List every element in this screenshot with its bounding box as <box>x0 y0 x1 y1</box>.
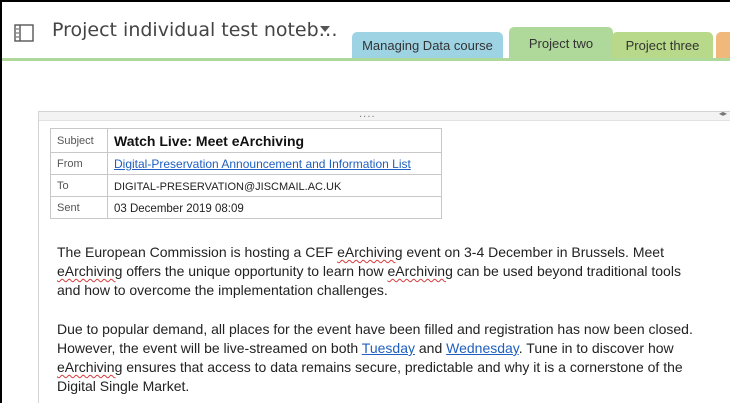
note-container[interactable]: .... ◂▸ Subject Watch Live: Meet eArchiv… <box>38 109 730 403</box>
tab-label: Managing Data course <box>362 37 493 53</box>
table-row: To DIGITAL-PRESERVATION@JISCMAIL.AC.UK <box>50 174 442 197</box>
to-text: DIGITAL-PRESERVATION@JISCMAIL.AC.UK <box>114 180 342 193</box>
sent-label: Sent <box>50 196 108 219</box>
notebook-title[interactable]: Project individual test noteb… <box>52 19 338 41</box>
table-row: From Digital-Preservation Announcement a… <box>50 152 442 175</box>
notebook-title-bar: Project individual test noteb… Managing … <box>2 2 730 59</box>
email-header-table: Subject Watch Live: Meet eArchiving From… <box>50 128 442 219</box>
sent-text: 03 December 2019 08:09 <box>114 202 244 215</box>
text-line: eArchiving ensures that access to data r… <box>57 358 730 377</box>
to-label: To <box>50 174 108 197</box>
wednesday-link[interactable]: Wednesday <box>446 340 519 356</box>
text-run: and <box>414 340 447 356</box>
section-tab-project-two[interactable]: Project two <box>509 27 613 59</box>
table-row: Subject Watch Live: Meet eArchiving <box>50 128 442 153</box>
drag-handle-icon[interactable]: .... <box>359 109 376 120</box>
text-line: However, the event will be live-streamed… <box>57 339 730 358</box>
sent-value: 03 December 2019 08:09 <box>107 196 442 219</box>
body-paragraph-1[interactable]: The European Commission is hosting a CEF… <box>57 243 730 300</box>
section-tab-managing-data-course[interactable]: Managing Data course <box>352 32 503 58</box>
tab-label: Project two <box>528 35 594 51</box>
notebook-icon <box>14 24 34 42</box>
from-link[interactable]: Digital-Preservation Announcement and In… <box>114 157 411 171</box>
text-run: However, the event will be live-streamed… <box>57 340 362 356</box>
spellcheck-word: eArchiving <box>57 359 123 375</box>
section-tab-partial[interactable] <box>716 32 730 58</box>
subject-value: Watch Live: Meet eArchiving <box>107 128 442 153</box>
subject-label: Subject <box>50 128 108 153</box>
subject-text: Watch Live: Meet eArchiving <box>114 132 305 149</box>
text-line: and how to overcome the implementation c… <box>57 282 388 298</box>
text-run: event on 3-4 December in Brussels. Meet <box>402 244 664 260</box>
spellcheck-word: eArchiving <box>337 244 403 260</box>
text-line: The European Commission is hosting a CEF… <box>57 243 730 262</box>
resize-arrows-icon[interactable]: ◂▸ <box>719 109 727 118</box>
spellcheck-word: eArchiving <box>57 263 123 279</box>
table-row: Sent 03 December 2019 08:09 <box>50 196 442 219</box>
text-line: Due to popular demand, all places for th… <box>57 321 693 337</box>
tuesday-link[interactable]: Tuesday <box>362 340 415 356</box>
body-paragraph-2[interactable]: Due to popular demand, all places for th… <box>57 320 730 396</box>
text-run: . Tune in to discover how <box>518 340 674 356</box>
notebook-dropdown-icon[interactable] <box>320 26 330 32</box>
page-canvas[interactable]: .... ◂▸ Subject Watch Live: Meet eArchiv… <box>2 61 730 403</box>
to-value: DIGITAL-PRESERVATION@JISCMAIL.AC.UK <box>107 174 442 197</box>
section-tab-project-three[interactable]: Project three <box>612 32 713 58</box>
text-line: eArchiving offers the unique opportunity… <box>57 262 730 281</box>
text-run: ensures that access to data remains secu… <box>122 359 683 375</box>
from-label: From <box>50 152 108 175</box>
text-run: offers the unique opportunity to learn h… <box>122 263 388 279</box>
text-line: Digital Single Market. <box>57 378 190 394</box>
container-handle[interactable]: .... ◂▸ <box>39 109 730 121</box>
spellcheck-word: eArchiving <box>387 263 453 279</box>
window-frame: Project individual test noteb… Managing … <box>0 0 730 403</box>
text-run: The European Commission is hosting a CEF <box>57 244 338 260</box>
text-run: can be used beyond traditional tools <box>452 263 681 279</box>
tab-label: Project three <box>625 37 700 53</box>
from-value: Digital-Preservation Announcement and In… <box>107 152 442 175</box>
